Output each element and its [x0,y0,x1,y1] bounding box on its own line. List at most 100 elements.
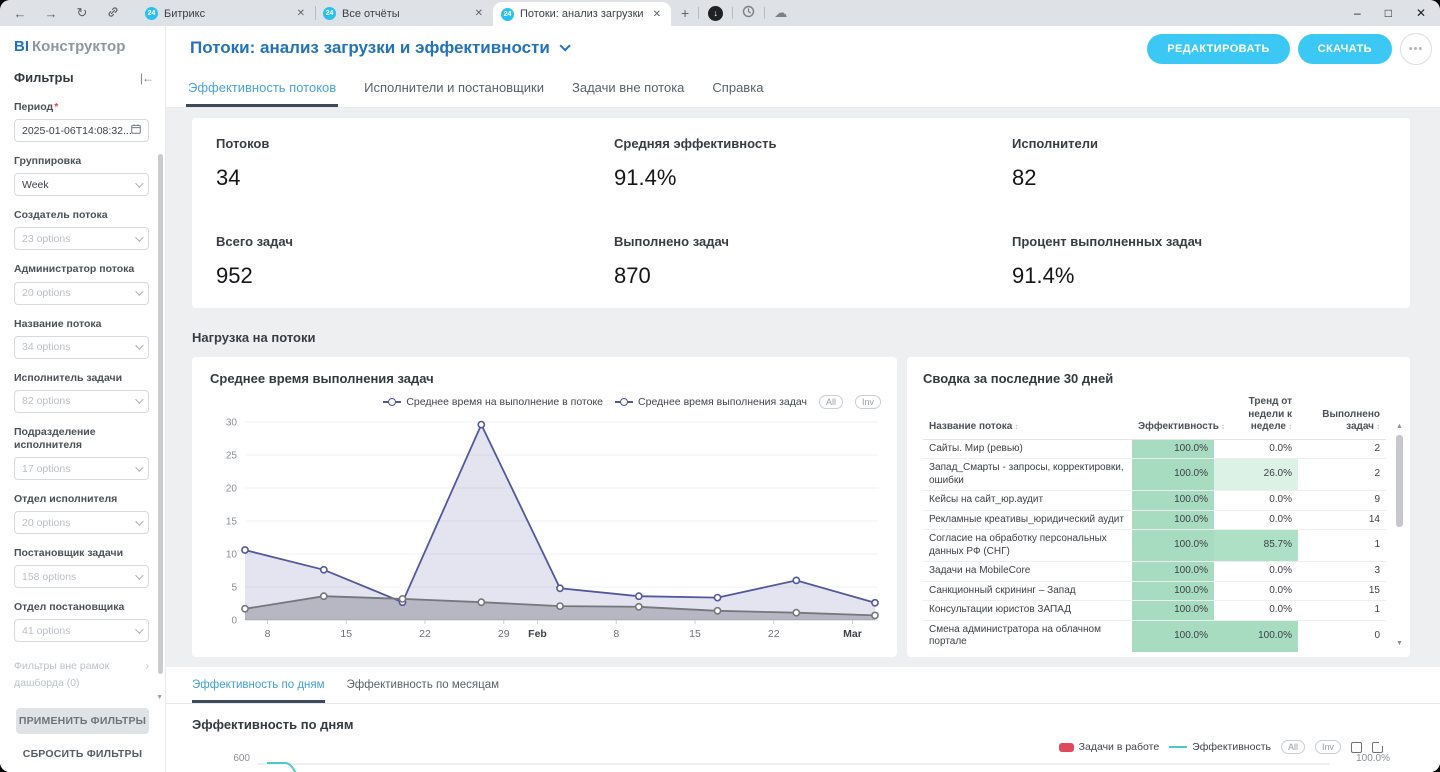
filter-select[interactable]: 20 options [14,282,149,305]
zoom-reset-icon[interactable] [1372,742,1383,753]
minimize-icon[interactable]: – [1354,6,1361,20]
edit-button[interactable]: РЕДАКТИРОВАТЬ [1147,34,1289,64]
filter-label: Исполнитель задачи [14,372,149,385]
scrollbar-thumb[interactable] [1396,435,1403,527]
legend-all-button[interactable]: All [1281,740,1305,754]
legend-item-efficiency[interactable]: Эффективность [1169,741,1271,753]
summary-column-header[interactable]: Тренд от недели к неделе↕ [1214,394,1298,439]
maximize-icon[interactable]: □ [1385,6,1392,20]
chevron-down-icon [559,40,570,51]
svg-text:15: 15 [340,628,352,640]
browser-nav: ← → ↻ [12,5,121,21]
summary-table-card: Сводка за последние 30 дней Название пот… [907,357,1410,657]
filter-select[interactable]: 41 options [14,619,149,642]
reload-icon[interactable]: ↻ [74,5,90,21]
legend-inv-button[interactable]: Inv [855,395,881,409]
sidebar-scroll-down-icon[interactable]: ▼ [156,694,163,701]
kpi-value: 91.4% [1012,263,1410,289]
download-button[interactable]: СКАЧАТЬ [1298,34,1392,64]
sort-icon[interactable]: ↕ [1221,422,1225,431]
tab-0[interactable]: Эффективность потоков [186,80,338,107]
filter-label: Период* [14,101,149,114]
reset-filters-button[interactable]: СБРОСИТЬ ФИЛЬТРЫ [16,748,149,760]
efficiency-tab-1[interactable]: Эффективность по месяцам [347,679,499,703]
chevron-right-icon: › [146,658,150,692]
tab-1[interactable]: Исполнители и постановщики [362,80,546,107]
browser-tab[interactable]: 24Все отчёты✕ [315,1,493,26]
apply-filters-button[interactable]: ПРИМЕНИТЬ ФИЛЬТРЫ [16,708,149,734]
efficiency-cell: 100.0% [1132,581,1214,601]
legend-item-tasks[interactable]: Среднее время выполнения задач [615,396,807,408]
filter-group: Администратор потока20 options [14,263,149,304]
scroll-up-icon[interactable]: ▲ [1395,423,1404,430]
summary-column-header[interactable]: Название потока↕ [923,394,1132,439]
svg-text:0: 0 [231,616,237,627]
filter-select[interactable]: 20 options [14,511,149,534]
avg-time-line-chart[interactable]: 0510152025308152229Feb81522Mar [210,414,883,646]
filter-select[interactable]: Week [14,173,149,196]
efficiency-tab-0[interactable]: Эффективность по дням [192,679,325,703]
divider [732,7,733,19]
browser-tab[interactable]: 24Битрикс✕ [137,1,315,26]
kpi-card: Потоков34Средняя эффективность91.4%Испол… [192,118,1410,308]
filter-select[interactable]: 23 options [14,227,149,250]
svg-text:25: 25 [226,451,238,462]
filters-list: Период* 2025-01-06T14:08:32... Группировка… [0,89,165,698]
link-icon[interactable] [105,6,121,21]
sort-icon[interactable]: ↕ [1014,422,1018,431]
tab-3[interactable]: Справка [710,80,765,107]
filter-select[interactable]: 34 options [14,336,149,359]
zoom-select-icon[interactable] [1351,742,1362,753]
efficiency-line-chart[interactable] [192,756,1414,772]
tab-close-icon[interactable]: ✕ [651,9,663,20]
sort-icon[interactable]: ↕ [1376,422,1380,431]
forward-icon[interactable]: → [43,6,59,21]
outside-filters-link[interactable]: Фильтры вне рамок дашборда (0) › [14,658,149,692]
efficiency-section-title: Эффективность по дням [166,704,1440,732]
filters-title: Фильтры [14,70,74,85]
legend-label: Задачи в работе [1079,741,1160,753]
filter-select[interactable]: 158 options [14,565,149,588]
filter-value: 23 options [22,233,135,245]
browser-window: ← → ↻ 24Битрикс✕24Все отчёты✕24Потоки: а… [0,0,1440,772]
page-title[interactable]: Потоки: анализ загрузки и эффективности [190,38,567,58]
trend-cell: 0.0% [1214,581,1298,601]
close-icon[interactable]: ✕ [1416,6,1426,20]
legend-item-flow[interactable]: Среднее время на выполнение в потоке [383,396,603,408]
filter-group: ГруппировкаWeek [14,155,149,196]
kpi-label: Выполнено задач [614,234,1012,249]
back-icon[interactable]: ← [12,6,28,21]
collapse-sidebar-icon[interactable]: |← [140,71,153,85]
table-scrollbar[interactable]: ▲ ▼ [1395,423,1404,647]
tab-close-icon[interactable]: ✕ [295,8,307,19]
legend-all-button[interactable]: All [819,395,843,409]
scroll-down-icon[interactable]: ▼ [1395,640,1404,647]
downloads-icon[interactable]: ↓ [708,6,723,21]
done-cell: 3 [1298,562,1386,582]
chevron-down-icon [135,341,143,349]
tab-2[interactable]: Задачи вне потока [570,80,686,107]
legend-item-in-work[interactable]: Задачи в работе [1059,741,1160,753]
tab-close-icon[interactable]: ✕ [473,8,485,19]
logo-rest: Конструктор [32,38,125,55]
outside-filters-label: Фильтры вне рамок дашборда (0) [14,658,124,692]
browser-tab[interactable]: 24Потоки: анализ загрузки и эф✕ [493,2,671,26]
more-options-button[interactable]: ••• [1400,33,1432,65]
svg-text:15: 15 [689,628,701,640]
legend-inv-button[interactable]: Inv [1315,740,1341,754]
chevron-down-icon [135,517,143,525]
filter-group: Название потока34 options [14,318,149,359]
flow-name-cell: Согласие на обработку персональных данны… [923,530,1132,562]
cloud-icon[interactable]: ☁ [774,5,787,21]
summary-column-header[interactable]: Эффективность↕ [1132,394,1214,439]
new-tab-icon[interactable]: + [681,5,689,21]
chevron-down-icon [135,463,143,471]
sidebar-scrollbar[interactable] [158,154,163,674]
history-clock-icon[interactable] [742,5,755,21]
chart-legend: Среднее время на выполнение в потоке Сре… [383,395,881,409]
sort-icon[interactable]: ↕ [1288,422,1292,431]
summary-column-header[interactable]: Выполнено задач↕ [1298,394,1386,439]
period-input[interactable]: 2025-01-06T14:08:32... [14,119,149,142]
filter-select[interactable]: 82 options [14,390,149,413]
filter-select[interactable]: 17 options [14,457,149,480]
